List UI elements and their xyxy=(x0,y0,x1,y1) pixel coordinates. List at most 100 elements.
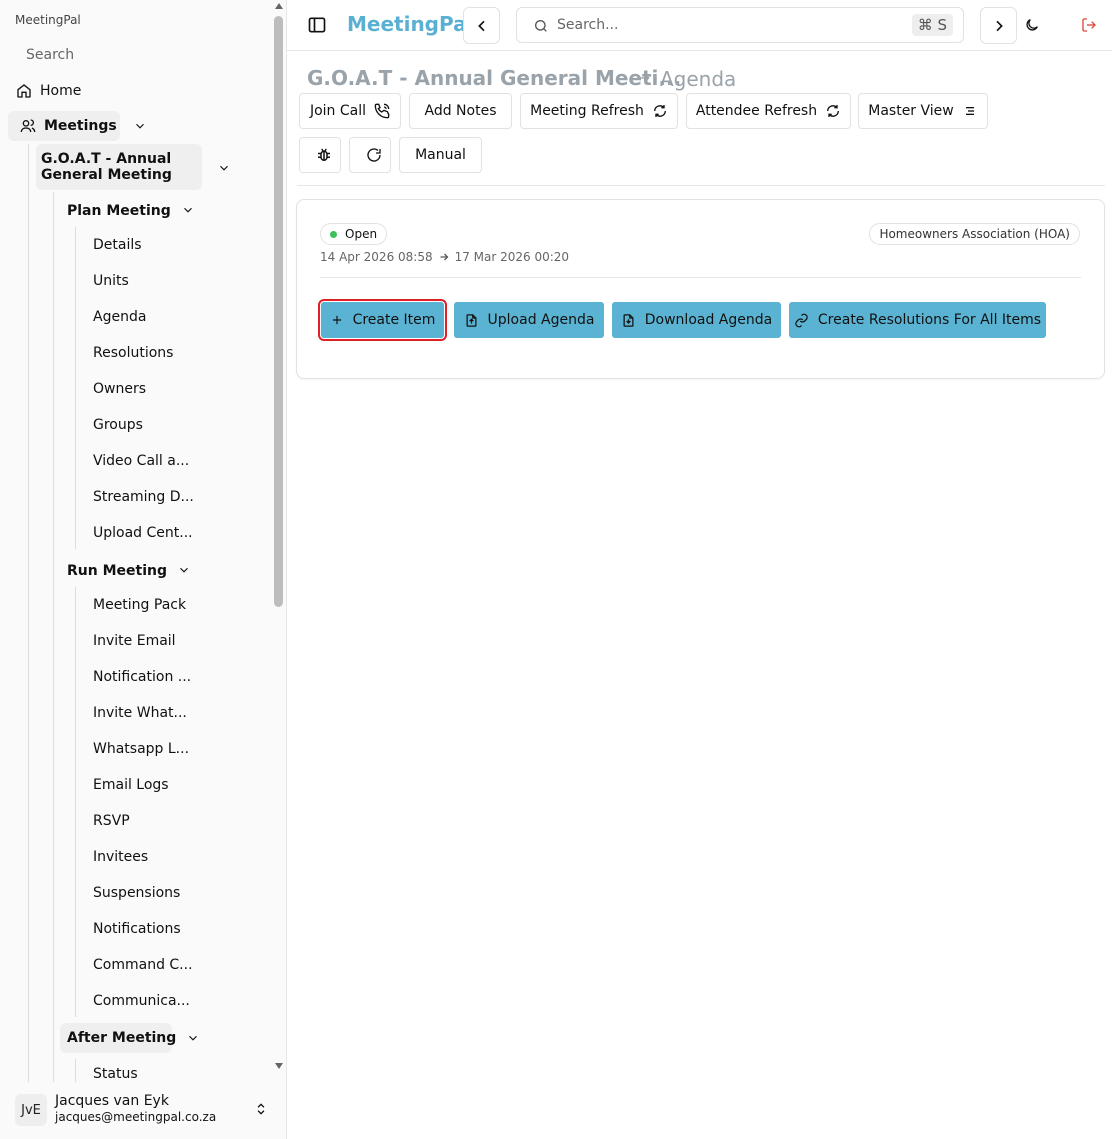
join-call-button[interactable]: Join Call xyxy=(299,93,401,129)
user-email: jacques@meetingpal.co.za xyxy=(55,1110,217,1124)
chevron-down-icon[interactable] xyxy=(181,203,195,217)
button-label: Upload Agenda xyxy=(487,312,595,328)
avatar: JvE xyxy=(15,1094,47,1126)
sidebar-item-agenda[interactable]: Agenda xyxy=(93,309,146,325)
back-button[interactable] xyxy=(463,7,500,44)
sidebar-toggle-icon[interactable] xyxy=(307,15,327,35)
sidebar-item-invite-email[interactable]: Invite Email xyxy=(93,633,176,649)
search-shortcut: ⌘ S xyxy=(911,14,953,36)
debug-button[interactable] xyxy=(299,137,341,173)
button-label: Create Item xyxy=(352,312,436,328)
sidebar-item-invite-whatsapp[interactable]: Invite What... xyxy=(93,705,187,721)
sidebar-item-video-call[interactable]: Video Call a... xyxy=(93,453,189,469)
align-lines-icon xyxy=(965,107,974,115)
logout-button[interactable] xyxy=(1079,15,1099,35)
chevron-down-icon[interactable] xyxy=(186,1031,200,1045)
moon-icon xyxy=(1026,19,1038,31)
sidebar-item-units[interactable]: Units xyxy=(93,273,129,289)
upload-agenda-button[interactable]: Upload Agenda xyxy=(454,302,604,338)
organization-badge: Homeowners Association (HOA) xyxy=(869,223,1080,245)
sidebar-search-input[interactable]: Search xyxy=(14,42,254,68)
sidebar-item-whatsapp-logs[interactable]: Whatsapp L... xyxy=(93,741,189,757)
manual-button[interactable]: Manual xyxy=(399,137,482,173)
download-agenda-button[interactable]: Download Agenda xyxy=(612,302,781,338)
sidebar-item-suspensions[interactable]: Suspensions xyxy=(93,885,180,901)
meeting-dates: 14 Apr 2026 08:58 17 Mar 2026 00:20 xyxy=(320,250,569,264)
logout-icon xyxy=(1082,18,1096,32)
sidebar-item-run-meeting[interactable]: Run Meeting xyxy=(67,562,167,580)
sidebar-item-meetings[interactable]: Meetings xyxy=(8,111,120,141)
sidebar-item-label: G.O.A.T - Annual General Meeting xyxy=(41,151,172,183)
agenda-card: Open Homeowners Association (HOA) 14 Apr… xyxy=(296,199,1105,379)
chevrons-up-down-icon[interactable] xyxy=(254,1100,268,1118)
button-label: Meeting Refresh xyxy=(530,103,644,119)
tree-line xyxy=(75,227,76,549)
refresh-icon xyxy=(653,105,666,117)
breadcrumb-parent[interactable]: G.O.A.T - Annual General Meeti... xyxy=(307,66,681,90)
scroll-down-arrow-icon[interactable] xyxy=(275,1063,283,1069)
tree-line xyxy=(75,587,76,1017)
sidebar-item-home[interactable]: Home xyxy=(16,82,81,100)
button-label: Create Resolutions For All Items xyxy=(817,312,1042,328)
sidebar-item-rsvp[interactable]: RSVP xyxy=(93,813,130,829)
sidebar-item-invitees[interactable]: Invitees xyxy=(93,849,148,865)
sidebar-item-details[interactable]: Details xyxy=(93,237,142,253)
search-placeholder: Search... xyxy=(557,17,619,33)
sidebar-item-label: Run Meeting xyxy=(67,563,167,579)
sidebar-item-streaming[interactable]: Streaming D... xyxy=(93,489,194,505)
sidebar-item-groups[interactable]: Groups xyxy=(93,417,143,433)
sidebar-item-after-meeting[interactable]: After Meeting xyxy=(60,1023,176,1053)
sidebar-item-label: Meetings xyxy=(44,118,117,134)
file-download-icon xyxy=(623,313,634,327)
section-divider xyxy=(297,185,1105,186)
add-notes-button[interactable]: Add Notes xyxy=(409,93,512,129)
button-label: Join Call xyxy=(309,103,367,119)
chevron-down-icon[interactable] xyxy=(177,563,191,577)
theme-toggle-button[interactable] xyxy=(1022,15,1042,35)
create-resolutions-button[interactable]: Create Resolutions For All Items xyxy=(789,302,1046,338)
sidebar-item-meeting[interactable]: G.O.A.T - Annual General Meeting xyxy=(36,144,202,190)
reload-button[interactable] xyxy=(349,137,391,173)
tree-line xyxy=(28,144,29,1082)
search-input[interactable]: Search... ⌘ S xyxy=(516,7,964,43)
chevron-down-icon[interactable] xyxy=(217,161,231,175)
tree-line xyxy=(75,1059,76,1082)
link-icon xyxy=(795,313,808,327)
sidebar-item-owners[interactable]: Owners xyxy=(93,381,146,397)
sidebar-item-label: After Meeting xyxy=(67,1030,177,1046)
attendee-refresh-button[interactable]: Attendee Refresh xyxy=(686,93,851,129)
forward-button[interactable] xyxy=(980,7,1017,44)
status-dot-icon xyxy=(330,231,337,238)
button-label: Add Notes xyxy=(424,103,497,119)
create-item-button[interactable]: Create Item xyxy=(318,299,447,341)
master-view-button[interactable]: Master View xyxy=(858,93,988,129)
app-logo[interactable]: MeetingPal xyxy=(347,12,473,36)
sidebar-item-label: Home xyxy=(40,83,82,99)
button-label: Manual xyxy=(415,147,466,163)
scroll-up-arrow-icon[interactable] xyxy=(275,3,283,9)
chevron-right-icon xyxy=(995,20,1003,31)
home-icon xyxy=(16,83,32,99)
chevron-left-icon xyxy=(477,20,485,31)
sidebar-item-command-centre[interactable]: Command C... xyxy=(93,957,193,973)
card-divider xyxy=(320,277,1081,278)
sidebar-item-email-logs[interactable]: Email Logs xyxy=(93,777,169,793)
status-badge: Open xyxy=(320,223,388,245)
sidebar-item-communications[interactable]: Communica... xyxy=(93,993,190,1009)
meeting-refresh-button[interactable]: Meeting Refresh xyxy=(520,93,678,129)
sidebar-item-status[interactable]: Status xyxy=(93,1066,138,1082)
users-icon xyxy=(20,118,36,134)
user-menu[interactable]: JvE Jacques van Eyk jacques@meetingpal.c… xyxy=(0,1084,286,1134)
sidebar-item-meeting-pack[interactable]: Meeting Pack xyxy=(93,597,186,613)
end-date: 17 Mar 2026 00:20 xyxy=(454,250,570,264)
sidebar-item-plan-meeting[interactable]: Plan Meeting xyxy=(67,202,171,220)
scroll-thumb[interactable] xyxy=(274,16,283,607)
sidebar-item-upload-centre[interactable]: Upload Cent... xyxy=(93,525,193,541)
sidebar-item-notification[interactable]: Notification ... xyxy=(93,669,191,685)
file-upload-icon xyxy=(466,313,477,327)
chevron-down-icon[interactable] xyxy=(133,119,147,133)
sidebar-nav: Home Meetings G.O.A.T - Annual General M… xyxy=(0,76,272,1082)
sidebar-item-resolutions[interactable]: Resolutions xyxy=(93,345,173,361)
sidebar-item-notifications[interactable]: Notifications xyxy=(93,921,181,937)
arrow-right-icon xyxy=(440,253,448,261)
